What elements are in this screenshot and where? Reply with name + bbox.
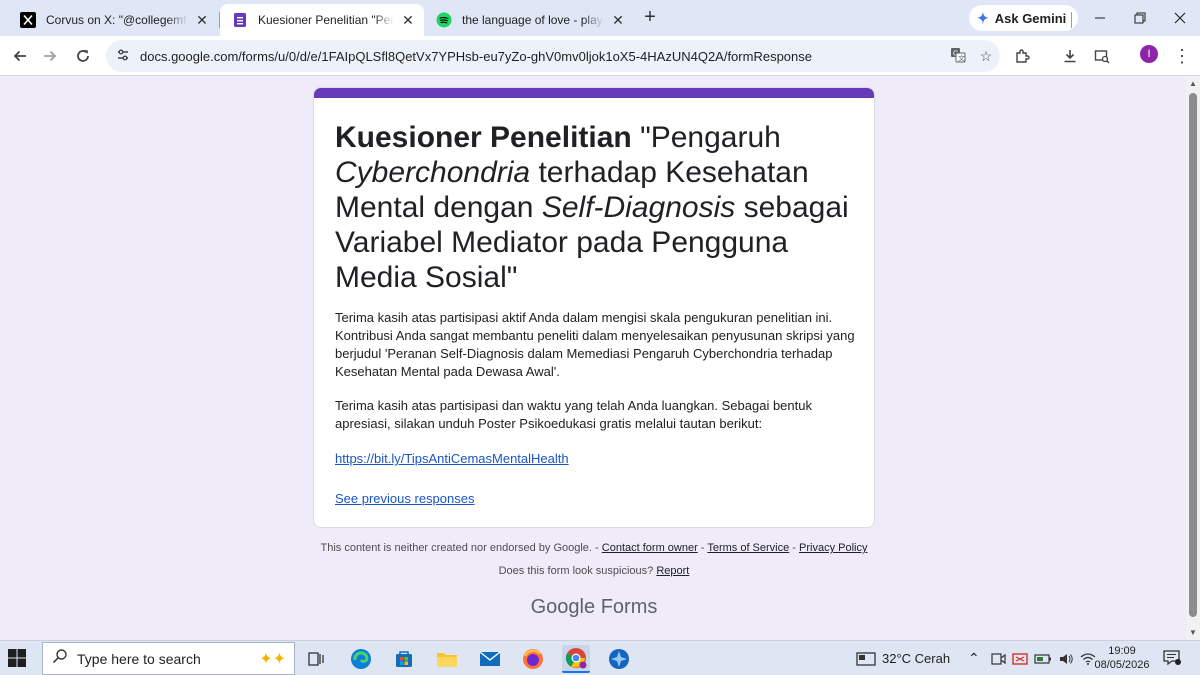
search-highlight-icon: ✦✦ xyxy=(259,650,286,668)
contact-owner-link[interactable]: Contact form owner xyxy=(602,542,698,554)
downloads-icon[interactable] xyxy=(1058,44,1082,68)
report-link[interactable]: Report xyxy=(656,565,689,577)
disclaimer-text: This content is neither created nor endo… xyxy=(320,542,602,554)
arrow-left-icon xyxy=(13,50,26,62)
bookmark-star-icon[interactable]: ☆ xyxy=(972,48,1000,65)
weather-widget[interactable]: 32°C Cerah xyxy=(856,641,950,675)
scrollbar-thumb[interactable] xyxy=(1189,93,1197,617)
restore-button[interactable] xyxy=(1120,6,1160,30)
tab-google-forms[interactable]: Kuesioner Penelitian "Pengaruh ✕ xyxy=(220,4,424,36)
clock-time: 19:09 xyxy=(1108,645,1136,657)
file-explorer-icon[interactable] xyxy=(433,645,461,673)
minimize-button[interactable] xyxy=(1080,6,1120,30)
volume-icon xyxy=(1059,653,1073,664)
meet-now-icon xyxy=(991,652,1006,665)
see-previous-responses-link[interactable]: See previous responses xyxy=(335,490,474,508)
close-icon[interactable]: ✕ xyxy=(400,12,416,28)
weather-text: 32°C Cerah xyxy=(882,651,951,666)
close-window-button[interactable] xyxy=(1160,6,1200,30)
search-icon xyxy=(43,648,77,669)
google-forms-icon xyxy=(232,12,248,28)
ask-gemini-label: Ask Gemini xyxy=(994,10,1067,26)
clock-date: 08/05/2026 xyxy=(1094,659,1150,671)
form-title-bold: Kuesioner Penelitian xyxy=(335,121,632,154)
restore-icon xyxy=(1134,12,1146,24)
close-icon[interactable]: ✕ xyxy=(194,12,210,28)
scroll-up-icon[interactable]: ▲ xyxy=(1186,77,1200,91)
reload-icon xyxy=(77,50,89,62)
form-response-card: Kuesioner Penelitian "Pengaruh Cyberchon… xyxy=(313,87,875,528)
back-button[interactable] xyxy=(8,44,32,68)
page-viewport: Kuesioner Penelitian "Pengaruh Cyberchon… xyxy=(0,77,1186,640)
form-title: Kuesioner Penelitian "Pengaruh Cyberchon… xyxy=(335,120,865,295)
chrome-icon[interactable] xyxy=(562,645,590,673)
new-tab-button[interactable]: + xyxy=(640,7,660,28)
tab-divider xyxy=(1071,12,1072,28)
tab-spotify[interactable]: the language of love - playlist b ✕ xyxy=(424,4,634,36)
extensions-icon[interactable] xyxy=(1010,44,1034,68)
form-title-part: "Pengaruh xyxy=(631,121,781,154)
forward-button[interactable] xyxy=(38,44,62,68)
translate-icon[interactable]: G文 xyxy=(944,47,972,66)
minimize-icon xyxy=(1095,17,1105,19)
taskbar-search[interactable]: Type here to search ✦✦ xyxy=(42,642,295,675)
tab-title: Kuesioner Penelitian "Pengaruh xyxy=(258,13,394,27)
notifications-icon[interactable] xyxy=(1163,650,1181,666)
separator: - xyxy=(697,542,708,554)
firefox-icon[interactable] xyxy=(519,645,547,673)
forms-wordmark: Forms xyxy=(600,596,658,618)
suspicious-text: Does this form look suspicious? xyxy=(498,565,657,577)
google-forms-logo[interactable]: Google Forms xyxy=(313,596,875,619)
tab-title: Corvus on X: "@collegemfs Ini a xyxy=(46,13,188,27)
profile-avatar[interactable]: I xyxy=(1140,45,1158,63)
security-icon xyxy=(1012,652,1028,665)
google-wordmark: Google xyxy=(530,596,596,618)
address-bar[interactable]: docs.google.com/forms/u/0/d/e/1FAIpQLSfl… xyxy=(106,40,1000,72)
reload-button[interactable] xyxy=(71,44,95,68)
spotify-icon xyxy=(436,12,452,28)
tab-strip: Corvus on X: "@collegemfs Ini a ✕ Kuesio… xyxy=(0,0,1200,36)
vertical-scrollbar[interactable]: ▲ ▼ xyxy=(1186,77,1200,640)
tab-x-corvus[interactable]: Corvus on X: "@collegemfs Ini a ✕ xyxy=(8,4,218,36)
pls-app-icon[interactable] xyxy=(605,645,633,673)
microsoft-store-icon[interactable] xyxy=(390,645,418,673)
chevron-up-icon[interactable]: ⌃ xyxy=(968,650,980,667)
ask-gemini-button[interactable]: ✦ Ask Gemini xyxy=(969,5,1079,31)
form-title-italic: Cyberchondria xyxy=(335,156,531,189)
more-menu-icon[interactable]: ⋮ xyxy=(1170,44,1194,68)
battery-icon xyxy=(1034,653,1051,664)
windows-start-icon[interactable] xyxy=(6,647,32,671)
browser-toolbar: docs.google.com/forms/u/0/d/e/1FAIpQLSfl… xyxy=(0,36,1200,76)
search-placeholder: Type here to search xyxy=(77,650,201,667)
confirmation-paragraph: Terima kasih atas partisipasi aktif Anda… xyxy=(335,310,855,379)
task-view-icon[interactable] xyxy=(302,645,330,673)
mail-icon[interactable] xyxy=(476,645,504,673)
edge-icon[interactable] xyxy=(347,645,375,673)
form-accent-bar xyxy=(314,88,874,98)
arrow-right-icon xyxy=(44,50,57,62)
separator: - xyxy=(789,542,800,554)
form-title-italic: Self-Diagnosis xyxy=(541,191,736,224)
tab-title: the language of love - playlist b xyxy=(462,13,604,27)
scroll-down-icon[interactable]: ▼ xyxy=(1186,626,1200,640)
privacy-link[interactable]: Privacy Policy xyxy=(799,542,867,554)
close-icon[interactable]: ✕ xyxy=(610,12,626,28)
footer-disclaimer: This content is neither created nor endo… xyxy=(313,542,875,554)
system-clock[interactable]: 19:09 08/05/2026 xyxy=(1094,644,1150,672)
poster-download-link[interactable]: https://bit.ly/TipsAntiCemasMentalHealth xyxy=(335,450,569,468)
tray-icons[interactable]: ⌃ xyxy=(968,641,1096,675)
url-text: docs.google.com/forms/u/0/d/e/1FAIpQLSfl… xyxy=(140,48,812,64)
terms-link[interactable]: Terms of Service xyxy=(707,542,789,554)
gemini-sparkle-icon: ✦ xyxy=(977,9,989,26)
tab-search-icon[interactable] xyxy=(1090,44,1114,68)
windows-taskbar: Type here to search ✦✦ 32°C Cerah ⌃ 19:0… xyxy=(0,640,1200,675)
footer-report: Does this form look suspicious? Report xyxy=(313,565,875,577)
svg-text:文: 文 xyxy=(958,53,965,62)
appreciation-paragraph: Terima kasih atas partisipasi dan waktu … xyxy=(335,398,812,431)
site-info-icon[interactable] xyxy=(106,48,140,65)
weather-icon xyxy=(856,651,876,666)
x-logo-icon xyxy=(20,12,36,28)
close-icon xyxy=(1174,12,1186,24)
